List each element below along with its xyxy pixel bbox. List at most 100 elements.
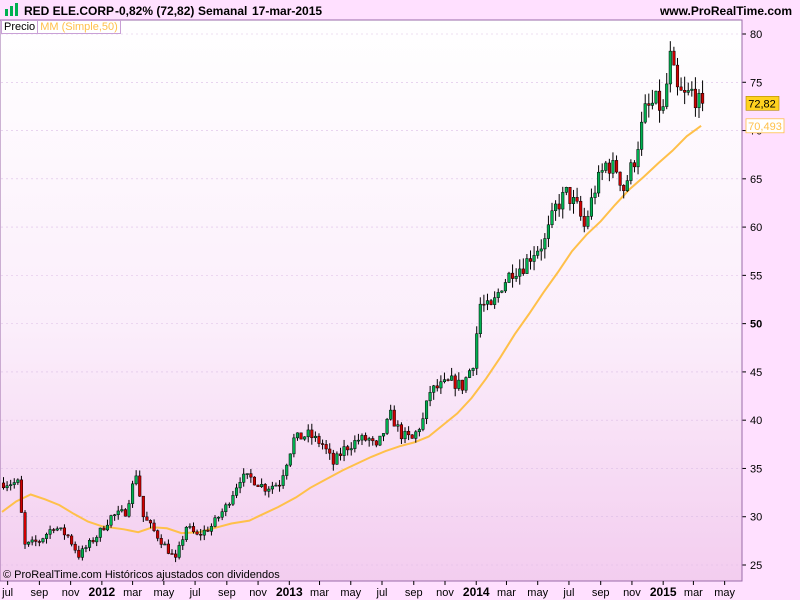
candle-body (424, 400, 429, 419)
candle-body (249, 473, 253, 478)
candle-body (582, 216, 586, 227)
candle-body (41, 538, 45, 543)
x-tick-label: may (714, 587, 735, 599)
candle-body (672, 50, 676, 66)
candle-body (80, 548, 84, 558)
candle-body (453, 375, 457, 389)
candle-body (410, 434, 414, 439)
candle-body (277, 484, 282, 487)
candle-body (306, 429, 310, 438)
x-tick-label: nov (62, 587, 80, 599)
candle-body (181, 539, 185, 546)
candle-body (313, 435, 317, 439)
legend-ma-label[interactable]: MM (Simple,50) (38, 20, 121, 34)
candle-body (557, 203, 561, 210)
candle-body (242, 473, 246, 483)
candle-body (675, 64, 680, 88)
legend-price-label[interactable]: Precio (1, 20, 39, 34)
candle-body (367, 438, 371, 441)
candle-body (693, 88, 697, 109)
candle-body (245, 473, 249, 475)
candle-body (220, 511, 224, 518)
candle-body (597, 171, 601, 194)
candle-body (414, 431, 418, 439)
candle-body (507, 272, 511, 283)
candle-body (199, 533, 203, 536)
candle-body (683, 89, 687, 93)
candle-body (19, 479, 23, 513)
y-tick-label: 40 (750, 415, 762, 427)
candle-body (12, 482, 16, 485)
candle-body (625, 180, 629, 192)
candle-body (238, 482, 242, 489)
candle-body (392, 409, 396, 427)
x-tick-label: may (153, 587, 174, 599)
candle-body (417, 429, 421, 433)
candle-body (550, 210, 554, 226)
candle-body (654, 90, 658, 104)
candle-body (614, 160, 619, 173)
candle-body (84, 547, 88, 549)
candle-body (546, 224, 550, 239)
candle-body (460, 379, 464, 391)
candle-body (335, 453, 339, 465)
y-tick-label: 45 (750, 367, 762, 379)
candle-body (378, 435, 382, 446)
candle-body (217, 516, 221, 519)
candle-body (321, 443, 325, 445)
candle-body (127, 503, 131, 517)
candle-body (109, 515, 113, 526)
candle-body (539, 248, 543, 252)
price-chart[interactable]: 253035404550556065707580julsepnov2012mar… (0, 0, 800, 600)
candle-body (399, 424, 403, 440)
candle-body (105, 524, 110, 531)
x-tick-label: sep (592, 587, 610, 599)
candle-body (575, 197, 579, 202)
candle-body (571, 197, 576, 204)
x-tick-label: 2012 (89, 585, 116, 599)
candle-body (102, 527, 106, 531)
candle-body (260, 484, 264, 487)
candle-body (95, 537, 99, 543)
candle-body (299, 432, 303, 440)
candle-body (342, 446, 346, 456)
candle-body (148, 520, 153, 524)
candle-body (37, 541, 41, 543)
candle-body (120, 509, 124, 512)
candle-body (113, 514, 117, 516)
candle-body (536, 250, 540, 256)
candle-body (55, 528, 59, 531)
x-tick-label: mar (123, 587, 142, 599)
candle-body (668, 50, 672, 85)
candle-body (432, 385, 436, 393)
y-tick-label: 25 (750, 560, 762, 572)
candle-body (145, 516, 149, 521)
candle-body (324, 444, 328, 450)
candle-body (310, 429, 314, 439)
y-tick-label: 75 (750, 77, 762, 89)
candle-body (263, 484, 267, 492)
candle-body (9, 484, 13, 486)
candle-body (450, 375, 454, 381)
y-tick-label: 30 (750, 512, 762, 524)
candle-body (396, 424, 400, 427)
candle-body (202, 529, 206, 536)
candle-body (640, 121, 644, 150)
x-tick-label: sep (405, 587, 423, 599)
candle-body (209, 526, 213, 532)
candle-body (52, 529, 56, 531)
y-tick-label: 35 (750, 463, 762, 475)
candle-body (152, 522, 156, 531)
candle-body (403, 430, 407, 440)
candle-body (564, 187, 568, 193)
candle-body (618, 171, 622, 186)
candle-body (270, 485, 274, 490)
candle-body (489, 300, 493, 305)
candle-body (134, 475, 138, 485)
y-tick-label: 55 (750, 270, 762, 282)
candle-body (353, 440, 357, 449)
candle-body (604, 162, 608, 171)
candle-body (679, 86, 683, 91)
candle-body (141, 495, 145, 518)
candle-body (191, 526, 196, 533)
